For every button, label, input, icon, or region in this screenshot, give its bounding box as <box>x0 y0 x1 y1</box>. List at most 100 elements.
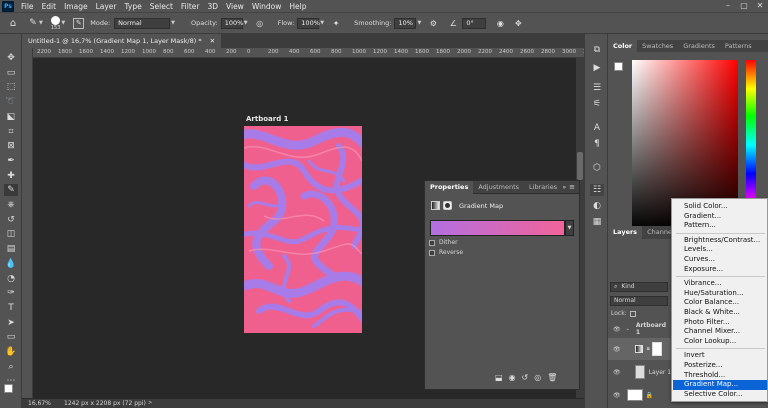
smoothing-settings-gear-icon[interactable]: ⚙ <box>427 19 439 28</box>
close-icon[interactable]: ✕ <box>752 0 768 12</box>
tab-color[interactable]: Color <box>608 40 638 52</box>
menu-item-brightness-contrast[interactable]: Brightness/Contrast... <box>684 236 760 244</box>
pressure-size-icon[interactable]: ◉ <box>494 19 506 28</box>
move-tool-icon[interactable]: ✥ <box>4 52 18 64</box>
3d-cube-icon[interactable]: ⬡ <box>590 162 604 174</box>
history-icon[interactable]: ⧉ <box>590 44 604 56</box>
layer-mask-icon[interactable] <box>443 201 452 210</box>
menu-filter[interactable]: Filter <box>177 2 204 11</box>
tab-gradients[interactable]: Gradients <box>678 40 720 52</box>
paragraph-icon[interactable]: ¶ <box>590 138 604 150</box>
layer-mask-thumbnail[interactable] <box>651 342 662 356</box>
healing-brush-icon[interactable]: ✚ <box>4 170 18 182</box>
photoshop-logo-icon[interactable]: Ps <box>2 0 14 12</box>
tab-adjustments[interactable]: Adjustments <box>473 181 524 194</box>
type-tool-icon[interactable]: T <box>4 302 18 314</box>
eraser-tool-icon[interactable]: ◫ <box>4 228 18 240</box>
tab-libraries[interactable]: Libraries <box>524 181 562 194</box>
document-tab[interactable]: Untitled-1 @ 16,7% (Gradient Map 1, Laye… <box>22 34 222 48</box>
blend-mode-select[interactable]: Normal <box>610 296 668 306</box>
scrollbar-thumb[interactable] <box>577 152 583 180</box>
tab-patterns[interactable]: Patterns <box>720 40 757 52</box>
tab-properties[interactable]: Properties <box>425 180 474 194</box>
menu-item-exposure[interactable]: Exposure... <box>684 265 723 273</box>
toggle-visibility-icon[interactable]: ◎ <box>534 373 541 382</box>
menu-3d[interactable]: 3D <box>203 2 222 11</box>
chevron-right-icon[interactable]: > <box>148 399 152 408</box>
panel-menu-icon[interactable]: ≡ <box>569 183 575 191</box>
menu-item-pattern[interactable]: Pattern... <box>684 221 716 229</box>
blur-tool-icon[interactable]: 💧 <box>4 258 18 270</box>
reset-adjustment-icon[interactable]: ↺ <box>522 373 529 382</box>
object-selection-icon[interactable]: ⬕ <box>4 111 18 123</box>
menu-item-hue-saturation[interactable]: Hue/Saturation... <box>684 289 744 297</box>
symmetry-icon[interactable]: ✥ <box>512 19 524 28</box>
marquee-tool-icon[interactable]: ⬚ <box>4 81 18 93</box>
pen-tool-icon[interactable]: ✑ <box>4 287 18 299</box>
layer-row-background[interactable]: 👁 🔒 <box>608 386 672 404</box>
clip-to-layer-icon[interactable]: ⬓ <box>495 373 503 382</box>
menu-edit[interactable]: Edit <box>38 2 61 11</box>
dither-checkbox[interactable] <box>429 239 435 246</box>
menu-item-threshold[interactable]: Threshold... <box>684 371 725 379</box>
smoothing-field[interactable]: 10% <box>394 17 417 29</box>
play-actions-icon[interactable]: ▶ <box>590 62 604 74</box>
menu-image[interactable]: Image <box>60 2 92 11</box>
rectangle-tool-icon[interactable]: ▭ <box>4 331 18 343</box>
brush-tool-icon[interactable]: ✎ <box>4 184 18 197</box>
adjustment-sliders-icon[interactable]: ☰ <box>590 82 604 94</box>
layer-row-artboard[interactable]: 👁 ⌄ Artboard 1 <box>608 322 672 336</box>
brush-tool-icon[interactable]: ✎ <box>28 18 38 28</box>
visibility-eye-icon[interactable]: 👁 <box>613 326 621 333</box>
menu-file[interactable]: File <box>17 2 38 11</box>
maximize-icon[interactable]: ▢ <box>736 0 752 12</box>
menu-item-color-lookup[interactable]: Color Lookup... <box>684 337 736 345</box>
delete-adjustment-icon[interactable]: 🗑 <box>547 373 557 382</box>
path-selection-icon[interactable]: ➤ <box>4 317 18 329</box>
dodge-tool-icon[interactable]: ◔ <box>4 273 18 285</box>
visibility-eye-icon[interactable]: 👁 <box>613 392 621 399</box>
clone-stamp-icon[interactable]: ⎈ <box>4 199 18 211</box>
view-previous-state-icon[interactable]: ◉ <box>509 373 516 382</box>
layer-kind-filter[interactable]: ⌕ Kind <box>610 282 668 292</box>
adjustments-circle-icon[interactable]: ◐ <box>590 200 604 212</box>
visibility-eye-icon[interactable]: 👁 <box>613 369 621 376</box>
properties-sliders-icon[interactable]: ☷ <box>590 184 604 196</box>
tab-swatches[interactable]: Swatches <box>637 40 678 52</box>
foreground-color-swatch[interactable] <box>4 384 13 393</box>
chevron-down-icon[interactable]: ▼ <box>39 20 43 26</box>
mode-select[interactable]: Normal <box>114 17 171 29</box>
brush-settings-icon[interactable]: ✎ <box>73 17 85 29</box>
lock-transparent-icon[interactable] <box>629 310 636 317</box>
minimize-icon[interactable]: – <box>720 0 736 12</box>
chevron-down-icon[interactable]: ▼ <box>61 20 65 26</box>
menu-type[interactable]: Type <box>121 2 146 11</box>
flow-field[interactable]: 100% <box>297 17 320 29</box>
gradient-tool-icon[interactable]: ▤ <box>4 243 18 255</box>
zoom-level[interactable]: 16,67% <box>28 399 51 408</box>
foreground-color-swatch[interactable] <box>614 62 623 71</box>
menu-item-black-white[interactable]: Black & White... <box>684 308 740 316</box>
chevron-down-icon[interactable]: ▼ <box>417 20 421 26</box>
menu-item-solid-color[interactable]: Solid Color... <box>684 202 728 210</box>
layer-row-gradient-map[interactable]: 👁 ⧈ <box>608 338 672 360</box>
menu-item-selective-color[interactable]: Selective Color... <box>684 390 743 398</box>
chevron-down-icon[interactable]: ⌄ <box>626 326 630 332</box>
menu-item-invert[interactable]: Invert <box>684 351 705 359</box>
menu-item-vibrance[interactable]: Vibrance... <box>684 279 721 287</box>
menu-view[interactable]: View <box>222 2 248 11</box>
frame-tool-icon[interactable]: ⊠ <box>4 140 18 152</box>
hand-tool-icon[interactable]: ✋ <box>4 346 18 358</box>
menu-item-curves[interactable]: Curves... <box>684 255 715 263</box>
reverse-checkbox[interactable] <box>429 249 435 256</box>
menu-item-gradient-map[interactable]: Gradient Map... <box>684 380 738 388</box>
chevron-down-icon[interactable]: ▼ <box>320 20 324 26</box>
airbrush-icon[interactable]: ✦ <box>330 19 342 28</box>
artboard-tool-icon[interactable]: ▭ <box>4 67 18 79</box>
home-icon[interactable]: ⌂ <box>6 18 20 29</box>
collapse-panel-icon[interactable]: » <box>562 184 566 191</box>
libraries-icon[interactable]: ▦ <box>590 216 604 228</box>
menu-help[interactable]: Help <box>285 2 310 11</box>
artboard-image[interactable] <box>244 126 362 333</box>
zoom-tool-icon[interactable]: ⌕ <box>4 361 18 373</box>
